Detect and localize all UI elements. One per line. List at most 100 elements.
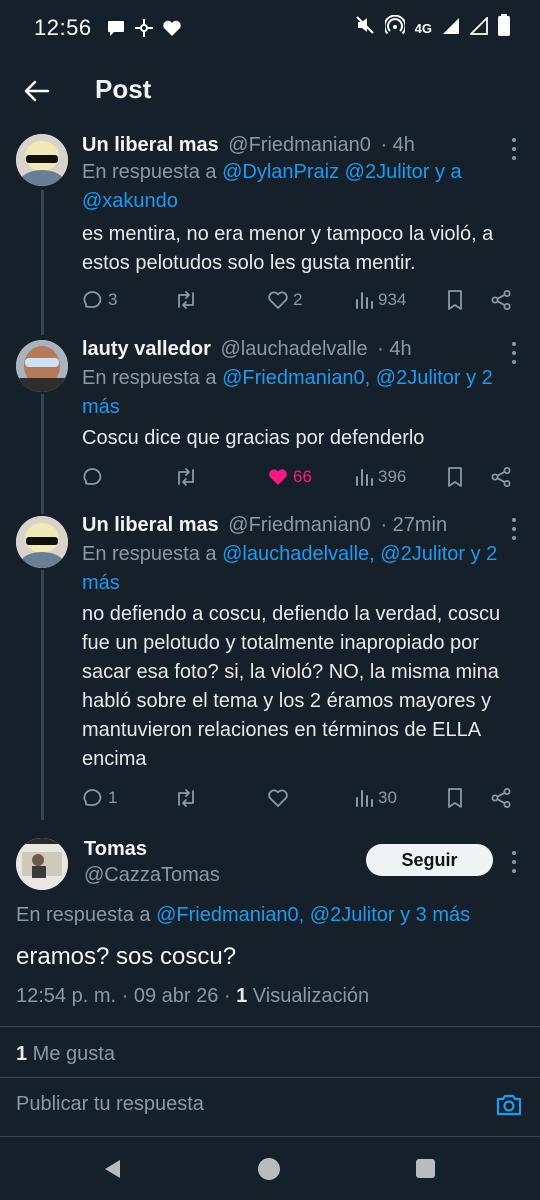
user-handle[interactable]: @CazzaTomas — [84, 864, 220, 887]
views-button[interactable]: 30 — [354, 783, 397, 813]
tweet-time: · 27min — [380, 514, 448, 536]
display-name[interactable]: Tomas — [84, 838, 147, 861]
tweet-timestamp: 12:54 p. m. · 09 abr 26 · — [16, 985, 237, 1007]
avatar[interactable] — [16, 838, 68, 890]
share-icon — [491, 467, 511, 487]
like-button[interactable]: 2 — [267, 285, 302, 315]
tweet-header: Un liberal mas @Friedmanian0 · 4h — [82, 134, 415, 157]
bookmark-button[interactable] — [446, 783, 464, 813]
bookmark-icon — [448, 290, 462, 310]
display-name[interactable]: Un liberal mas — [82, 514, 219, 536]
system-nav-bar — [0, 1140, 540, 1200]
likes-label: Me gusta — [27, 1043, 115, 1065]
page-title: Post — [95, 74, 152, 104]
like-count: 66 — [293, 467, 312, 486]
reply-composer-input[interactable]: Publicar tu respuesta — [16, 1093, 204, 1116]
views-count: 396 — [378, 467, 407, 486]
display-name[interactable]: lauty valledor — [82, 338, 211, 360]
like-count: 2 — [293, 290, 303, 309]
hotspot-icon — [383, 14, 407, 41]
like-button[interactable]: 66 — [267, 462, 312, 492]
share-button[interactable] — [490, 783, 512, 813]
mention-links[interactable]: @lauchadelvalle, @2Julitor y 2 — [222, 543, 497, 565]
reply-to-prefix: En respuesta a — [82, 543, 223, 565]
bookmark-icon — [448, 788, 462, 808]
heart-icon — [268, 789, 288, 807]
views-count: 934 — [378, 290, 407, 309]
views-chart-icon — [356, 790, 373, 807]
nav-back-icon[interactable] — [102, 1158, 122, 1185]
mention-link[interactable]: más — [82, 572, 120, 594]
reply-button[interactable]: 3 — [82, 285, 117, 315]
tweet-text: no defiendo a coscu, defiendo la verdad,… — [82, 603, 501, 770]
reply-to-line: En respuesta a @DylanPraiz @2Julitor y a… — [82, 158, 514, 216]
message-bubble-icon — [106, 18, 126, 38]
mute-icon — [355, 15, 375, 41]
share-button[interactable] — [490, 285, 512, 315]
tweet-header: lauty valledor @lauchadelvalle · 4h — [82, 338, 412, 361]
tweet-time: · 4h — [377, 338, 412, 360]
display-name[interactable]: Un liberal mas — [82, 134, 219, 156]
status-time: 12:56 — [34, 15, 92, 40]
bookmark-button[interactable] — [446, 462, 464, 492]
nav-recents-icon[interactable] — [416, 1159, 435, 1178]
reply-icon — [83, 468, 102, 485]
views-chart-icon — [356, 292, 373, 309]
mention-link[interactable]: @xakundo — [82, 190, 178, 212]
bookmark-icon — [448, 467, 462, 487]
user-handle[interactable]: @Friedmanian0 — [228, 514, 371, 536]
network-type: 4G — [414, 20, 432, 36]
status-bar: 12:56 4G — [0, 0, 540, 56]
avatar[interactable] — [16, 340, 68, 392]
more-options-icon[interactable] — [510, 518, 518, 540]
reply-to-prefix: En respuesta a — [82, 367, 223, 389]
tweet-text: eramos? sos coscu? — [16, 943, 237, 970]
follow-button[interactable]: Seguir — [366, 844, 493, 876]
retweet-button[interactable] — [174, 462, 198, 492]
user-handle[interactable]: @Friedmanian0 — [228, 134, 371, 156]
bookmark-button[interactable] — [446, 285, 464, 315]
more-options-icon[interactable] — [510, 342, 518, 364]
reply-button[interactable] — [82, 462, 104, 492]
retweet-icon — [178, 291, 194, 309]
user-handle[interactable]: @lauchadelvalle — [221, 338, 368, 360]
share-button[interactable] — [490, 462, 512, 492]
reply-tweet[interactable]: Un liberal mas @Friedmanian0 · 27min En … — [0, 510, 540, 820]
views-count: 1 — [236, 985, 248, 1007]
camera-icon[interactable] — [494, 1090, 524, 1120]
reply-tweet[interactable]: Un liberal mas @Friedmanian0 · 4h En res… — [0, 130, 540, 320]
more-options-icon[interactable] — [510, 138, 518, 160]
action-bar: 66 396 — [82, 462, 522, 492]
likes-summary[interactable]: 1 Me gusta — [16, 1043, 115, 1066]
mention-links[interactable]: @Friedmanian0, @2Julitor y 3 más — [156, 904, 470, 926]
more-options-icon[interactable] — [510, 851, 518, 873]
heart-icon — [268, 291, 288, 309]
mention-link[interactable]: más — [82, 396, 120, 418]
like-button[interactable] — [267, 783, 289, 813]
reply-count: 1 — [108, 788, 118, 807]
tweet-text: Coscu dice que gracias por defenderlo — [82, 427, 425, 449]
views-button[interactable]: 934 — [354, 285, 406, 315]
views-button[interactable]: 396 — [354, 462, 406, 492]
reply-button[interactable]: 1 — [82, 783, 117, 813]
tweet-meta: 12:54 p. m. · 09 abr 26 · 1 Visualizació… — [16, 985, 369, 1008]
avatar[interactable] — [16, 134, 68, 186]
tweet-header: Un liberal mas @Friedmanian0 · 27min — [82, 514, 447, 537]
divider — [0, 1136, 540, 1137]
mention-links[interactable]: @Friedmanian0, @2Julitor y 2 — [222, 367, 493, 389]
back-arrow-icon[interactable] — [22, 76, 52, 106]
retweet-button[interactable] — [174, 783, 198, 813]
tweet-text: es mentira, no era menor y tampoco la vi… — [82, 223, 494, 274]
reply-tweet[interactable]: lauty valledor @lauchadelvalle · 4h En r… — [0, 334, 540, 504]
nav-home-icon[interactable] — [258, 1158, 280, 1180]
reply-icon — [83, 291, 102, 308]
share-icon — [491, 290, 511, 310]
reply-to-prefix: En respuesta a — [16, 904, 157, 926]
action-bar: 3 2 934 — [82, 285, 522, 315]
top-bar: Post — [0, 60, 540, 122]
avatar[interactable] — [16, 516, 68, 568]
retweet-button[interactable] — [174, 285, 198, 315]
views-count: 30 — [378, 788, 397, 807]
mention-links[interactable]: @DylanPraiz @2Julitor y a — [222, 161, 462, 183]
signal-icon — [468, 15, 488, 41]
